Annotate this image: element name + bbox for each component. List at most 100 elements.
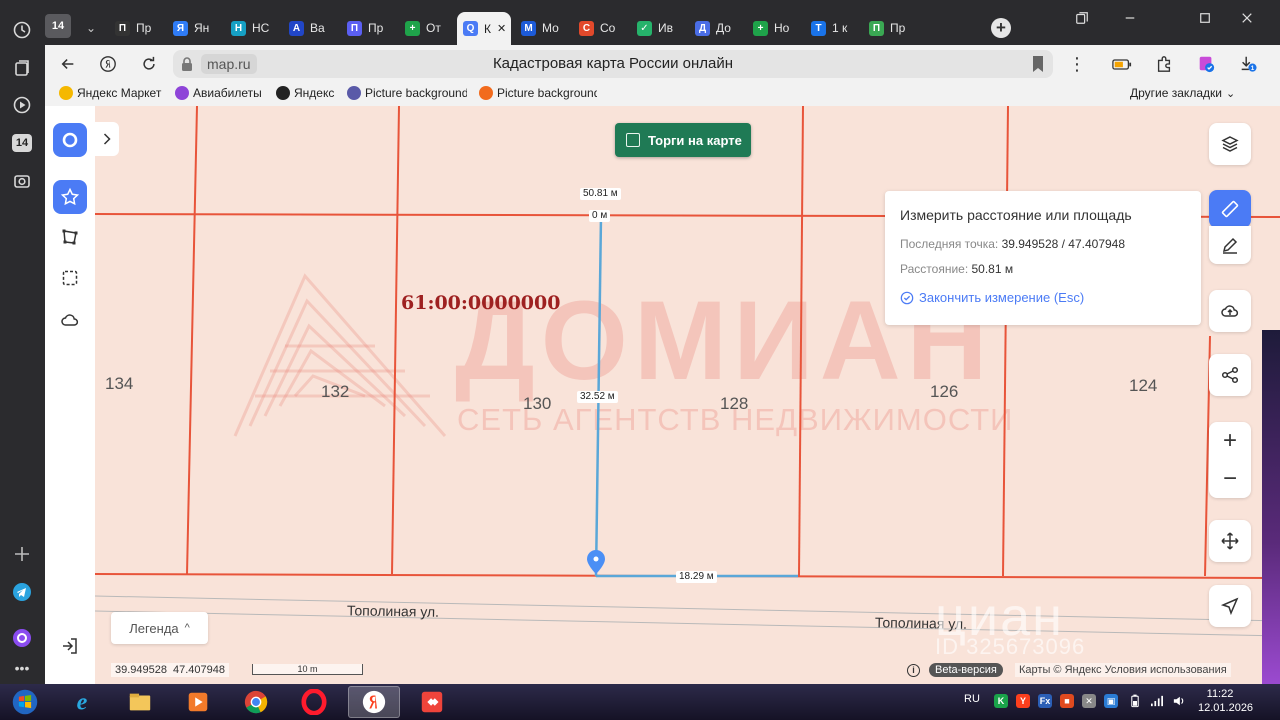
media-player-icon[interactable]: [174, 686, 222, 718]
yandex-tray-icon[interactable]: Y: [1016, 694, 1030, 708]
chrome-icon[interactable]: [232, 686, 280, 718]
browser-tab[interactable]: Q К ✕: [457, 12, 511, 45]
auctions-toggle[interactable]: Торги на карте: [615, 123, 751, 157]
system-clock[interactable]: 11:22 12.01.2026: [1198, 687, 1253, 715]
battery-tray-icon[interactable]: [1128, 694, 1142, 708]
internet-explorer-icon[interactable]: e: [58, 686, 106, 718]
bookmark-icon[interactable]: [1031, 55, 1045, 73]
start-button-icon[interactable]: [2, 686, 48, 718]
alice-icon[interactable]: [8, 624, 36, 652]
profile-extension-icon[interactable]: [1195, 53, 1217, 75]
legend-button[interactable]: Легенда ^: [111, 612, 208, 644]
favorites-star-icon[interactable]: [53, 180, 87, 214]
share-icon[interactable]: [1209, 354, 1251, 396]
extensions-icon[interactable]: [1153, 53, 1175, 75]
other-bookmarks[interactable]: Другие закладки ⌄: [1130, 86, 1235, 100]
app-tray-icon[interactable]: ■: [1060, 694, 1074, 708]
browser-tab[interactable]: П Пр: [341, 14, 395, 42]
browser-tab[interactable]: П Пр: [109, 14, 163, 42]
browser-tab[interactable]: ✓ Ив: [631, 14, 685, 42]
volume-tray-icon[interactable]: [1172, 694, 1186, 708]
tab-manager-icon[interactable]: [1072, 8, 1092, 28]
lot-number[interactable]: 134: [105, 374, 133, 394]
anydesk-icon[interactable]: [408, 686, 456, 718]
bookmark-item[interactable]: Авиабилеты: [175, 86, 270, 100]
close-window-button[interactable]: [1237, 8, 1257, 28]
calendar-badge[interactable]: 14: [8, 129, 36, 157]
bookmark-item[interactable]: Picture background: [479, 86, 597, 100]
network-off-tray-icon[interactable]: ✕: [1082, 694, 1096, 708]
cloud-upload-icon[interactable]: [1209, 290, 1251, 332]
battery-saver-icon[interactable]: [1111, 53, 1133, 75]
browser-tab[interactable]: + Но: [747, 14, 801, 42]
history-icon[interactable]: [8, 16, 36, 44]
yandex-browser-icon[interactable]: [348, 686, 400, 718]
back-button[interactable]: [57, 53, 79, 75]
bookmark-item[interactable]: Яндекс Маркет: [59, 86, 171, 100]
yandex-logo-icon[interactable]: [97, 53, 119, 75]
lot-number[interactable]: 130: [523, 394, 551, 414]
search-icon[interactable]: [53, 123, 87, 157]
browser-tab[interactable]: Н НС: [225, 14, 279, 42]
close-tab-icon[interactable]: ✕: [497, 22, 506, 35]
minimize-button[interactable]: [1120, 8, 1140, 28]
measure-panel: Измерить расстояние или площадь Последня…: [885, 191, 1201, 325]
panel-expand-chevron-icon[interactable]: [95, 122, 119, 156]
new-tab-button[interactable]: +: [991, 14, 1015, 42]
map-copyright[interactable]: Карты © Яндекс Условия использования: [1015, 663, 1231, 677]
rectangle-select-icon[interactable]: [53, 261, 87, 295]
map-viewport[interactable]: ДОМИАН СЕТЬ АГЕНТСТВ НЕДВИЖИМОСТИ 134 13…: [45, 106, 1280, 684]
tab-group-badge[interactable]: 14: [45, 12, 75, 40]
file-explorer-icon[interactable]: [116, 686, 164, 718]
lot-number[interactable]: 124: [1129, 376, 1157, 396]
browser-tab[interactable]: Я Ян: [167, 14, 221, 42]
language-indicator[interactable]: RU: [964, 693, 980, 705]
collections-icon[interactable]: [8, 54, 36, 82]
auctions-checkbox[interactable]: [626, 133, 640, 147]
browser-tab[interactable]: Д До: [689, 14, 743, 42]
reload-button[interactable]: [138, 53, 160, 75]
fx-tray-icon[interactable]: Fx: [1038, 694, 1052, 708]
downloads-icon[interactable]: 1: [1237, 53, 1259, 75]
bookmark-item[interactable]: Picture background: [347, 86, 467, 100]
cloud-icon[interactable]: [53, 303, 87, 337]
distance-tag: 0 м: [589, 210, 611, 222]
bookmark-item[interactable]: Яндекс: [276, 86, 341, 100]
info-icon[interactable]: i: [907, 664, 920, 677]
cadastral-number[interactable]: 61:00:0000000: [401, 292, 560, 314]
browser-tab[interactable]: A Ва: [283, 14, 337, 42]
signal-tray-icon[interactable]: [1150, 694, 1164, 708]
move-pan-icon[interactable]: [1209, 520, 1251, 562]
url-field[interactable]: map.ru Кадастровая карта России онлайн: [173, 50, 1053, 78]
tab-group-chevron-icon[interactable]: ⌄: [79, 14, 103, 42]
telegram-icon[interactable]: [8, 578, 36, 606]
screenshot-icon[interactable]: [8, 167, 36, 195]
lot-number[interactable]: 126: [930, 382, 958, 402]
geolocation-icon[interactable]: [1209, 585, 1251, 627]
maximize-button[interactable]: [1195, 8, 1215, 28]
display-tray-icon[interactable]: ▣: [1104, 694, 1118, 708]
browser-tab[interactable]: T 1 к: [805, 14, 859, 42]
kaspersky-tray-icon[interactable]: K: [994, 694, 1008, 708]
zoom-out-button[interactable]: −: [1209, 460, 1251, 498]
video-icon[interactable]: [8, 91, 36, 119]
ruler-icon[interactable]: [1209, 190, 1251, 228]
edit-pencil-icon[interactable]: [1209, 226, 1251, 264]
layers-icon[interactable]: [1209, 123, 1251, 165]
browser-tab[interactable]: С Со: [573, 14, 627, 42]
logout-icon[interactable]: [53, 629, 87, 663]
browser-tab[interactable]: M Мо: [515, 14, 569, 42]
lot-number[interactable]: 128: [720, 394, 748, 414]
browser-tab[interactable]: П Пр: [863, 14, 917, 42]
add-icon[interactable]: [8, 540, 36, 568]
opera-icon[interactable]: [290, 686, 338, 718]
address-bar: map.ru Кадастровая карта России онлайн ⋮…: [45, 45, 1280, 83]
polygon-select-icon[interactable]: [53, 220, 87, 254]
finish-measure-button[interactable]: Закончить измерение (Esc): [900, 290, 1084, 305]
lot-number[interactable]: 132: [321, 382, 349, 402]
menu-kebab-icon[interactable]: ⋮: [1066, 53, 1088, 75]
beta-badge[interactable]: Beta-версия: [929, 663, 1003, 677]
more-icon[interactable]: •••: [8, 654, 36, 682]
browser-tab[interactable]: + От: [399, 14, 453, 42]
zoom-in-button[interactable]: +: [1209, 422, 1251, 460]
